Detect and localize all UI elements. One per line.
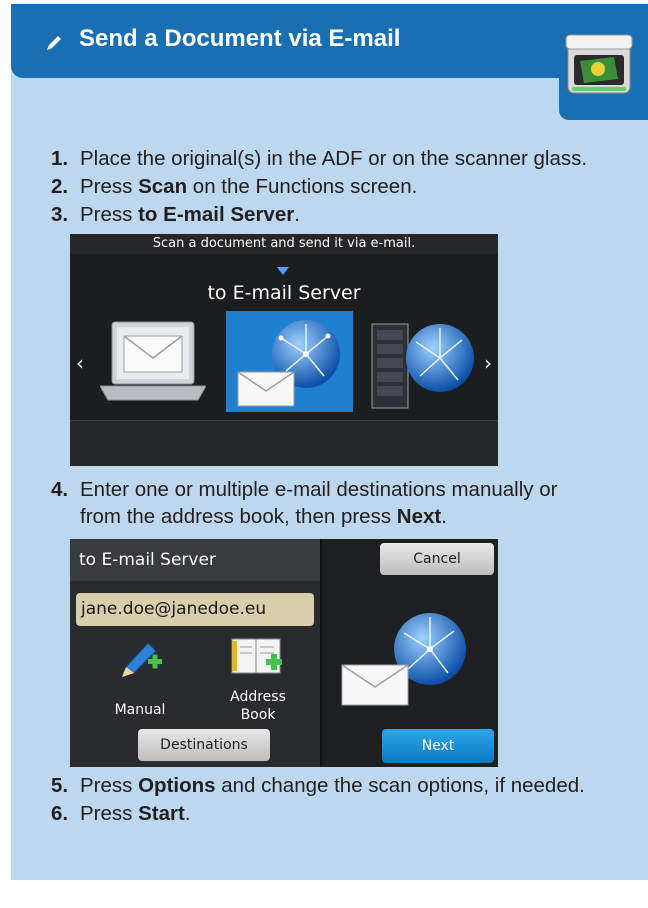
selection-arrow-icon [277, 267, 289, 275]
chevron-left-icon[interactable]: ‹ [76, 351, 84, 375]
selected-destination-label: to E-mail Server [207, 282, 361, 304]
chevron-right-icon[interactable]: › [484, 351, 492, 375]
step-2: 2. Press Scan on the Functions screen. [51, 175, 418, 198]
next-button[interactable]: Next [382, 729, 494, 763]
scan-destination-screen: Scan a document and send it via e-mail. … [70, 234, 498, 466]
laptop-mail-icon[interactable] [99, 320, 207, 415]
email-server-icon [236, 316, 346, 413]
step-1: 1. Place the original(s) in the ADF or on… [51, 147, 588, 170]
address-book-label-line2: Book [240, 707, 276, 723]
server-globe-icon[interactable] [368, 318, 478, 419]
screen-footer [70, 420, 498, 466]
step-4: 4. Enter one or multiple e-mail destinati… [51, 478, 558, 501]
manual-label: Manual [114, 702, 166, 718]
destinations-button[interactable]: Destinations [138, 729, 270, 761]
manual-pencil-icon[interactable] [118, 635, 164, 686]
address-book-label-line1: Address [230, 689, 286, 705]
step-5: 5. Press Options and change the scan opti… [51, 774, 585, 797]
pencil-icon [44, 33, 64, 58]
step-3: 3. Press to E-mail Server. [51, 203, 300, 226]
scanner-icon [564, 31, 634, 104]
page-title: Send a Document via E-mail [79, 25, 401, 52]
email-globe-icon [340, 611, 472, 716]
screen-hint: Scan a document and send it via e-mail. [70, 234, 498, 254]
step-6: 6. Press Start. [51, 802, 191, 825]
email-destination-screen: to E-mail Server jane.doe@janedoe.eu Man… [70, 539, 498, 767]
step-4-continued: from the address book, then press Next. [80, 505, 447, 528]
email-address-field[interactable]: jane.doe@janedoe.eu [76, 593, 314, 626]
cancel-button[interactable]: Cancel [380, 543, 494, 575]
instruction-card: Send a Document via E-mail 1. Place the o… [11, 4, 648, 880]
screen-title: to E-mail Server [70, 539, 320, 581]
address-book-icon[interactable] [230, 635, 286, 686]
panel-divider [320, 539, 322, 767]
